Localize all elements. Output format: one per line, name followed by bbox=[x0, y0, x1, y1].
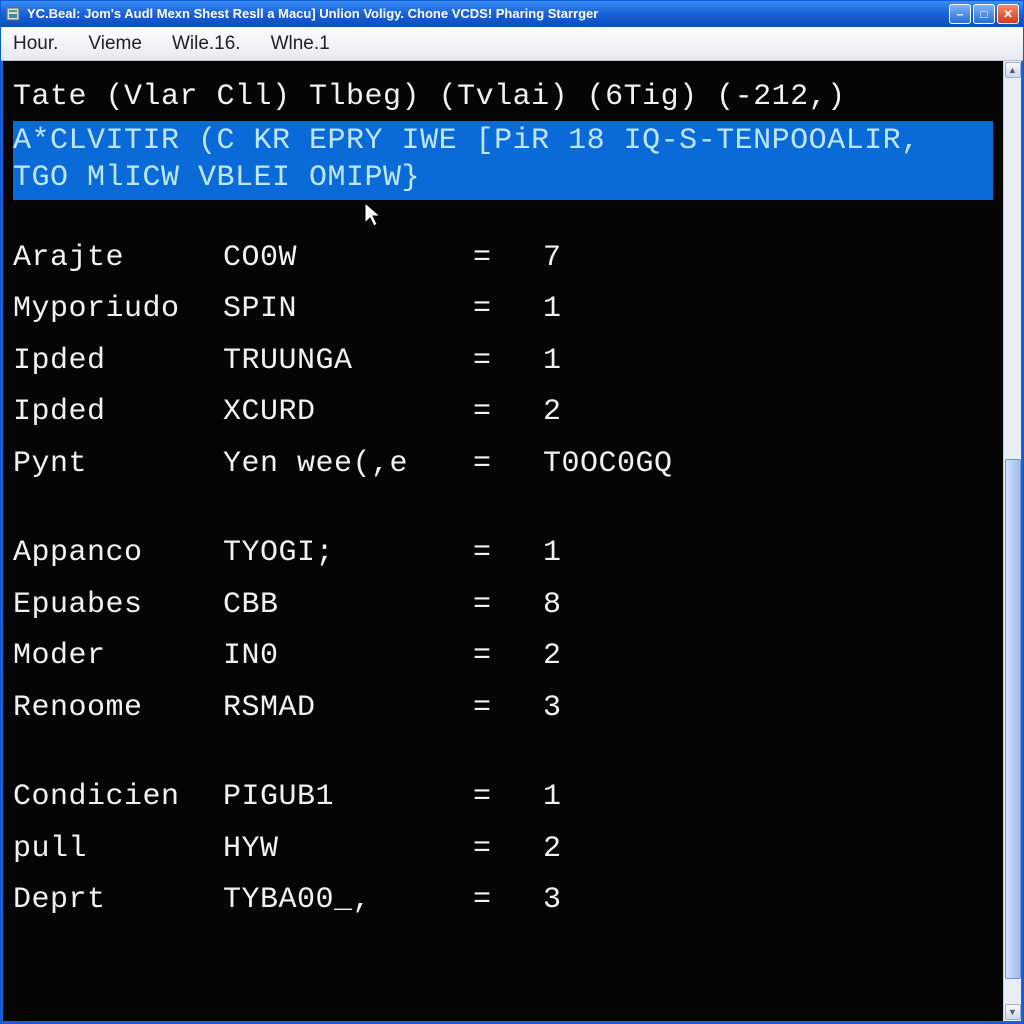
terminal-row: AppancoTYOGI;=1 bbox=[13, 535, 993, 573]
row-code: CO0W bbox=[223, 240, 473, 278]
menu-wlne1[interactable]: Wlne.1 bbox=[271, 33, 330, 55]
row-code: HYW bbox=[223, 831, 473, 869]
row-value: 2 bbox=[543, 638, 562, 676]
row-gap bbox=[13, 741, 993, 765]
row-value: 7 bbox=[543, 240, 562, 278]
scroll-down-button[interactable]: ▼ bbox=[1005, 1004, 1021, 1020]
row-code: Yen wee(,e bbox=[223, 446, 473, 484]
row-equals: = bbox=[473, 638, 543, 676]
row-equals: = bbox=[473, 831, 543, 869]
row-value: 3 bbox=[543, 882, 562, 920]
row-equals: = bbox=[473, 587, 543, 625]
app-icon bbox=[5, 6, 21, 22]
row-equals: = bbox=[473, 343, 543, 381]
terminal-row: MyporiudoSPIN=1 bbox=[13, 291, 993, 329]
terminal-row: IpdedTRUUNGA=1 bbox=[13, 343, 993, 381]
window-title: YC.Beal: Jom's Audl Mexn Shest Resll a M… bbox=[27, 6, 949, 21]
row-label: Appanco bbox=[13, 535, 223, 573]
terminal-row: EpuabesCBB=8 bbox=[13, 587, 993, 625]
terminal-row: ModerIN0=2 bbox=[13, 638, 993, 676]
row-value: 1 bbox=[543, 779, 562, 817]
row-code: TRUUNGA bbox=[223, 343, 473, 381]
scroll-track[interactable] bbox=[1005, 79, 1021, 1003]
terminal-row: IpdedXCURD=2 bbox=[13, 394, 993, 432]
terminal-row: PyntYen wee(,e=T0OC0GQ bbox=[13, 446, 993, 484]
vertical-scrollbar[interactable]: ▲ ▼ bbox=[1003, 61, 1021, 1021]
row-value: 2 bbox=[543, 394, 562, 432]
row-equals: = bbox=[473, 394, 543, 432]
row-value: 1 bbox=[543, 291, 562, 329]
row-equals: = bbox=[473, 240, 543, 278]
scroll-thumb[interactable] bbox=[1005, 459, 1021, 979]
scroll-up-button[interactable]: ▲ bbox=[1005, 62, 1021, 78]
row-value: 1 bbox=[543, 343, 562, 381]
minimize-button[interactable]: – bbox=[949, 4, 971, 24]
window-controls: – □ ✕ bbox=[949, 4, 1019, 24]
row-label: Deprt bbox=[13, 882, 223, 920]
row-code: SPIN bbox=[223, 291, 473, 329]
terminal-row: CondicienPIGUB1=1 bbox=[13, 779, 993, 817]
row-gap bbox=[13, 497, 993, 521]
terminal-header-line: Tate (Vlar Cll) Tlbeg) (Tvlai) (6Tig) (-… bbox=[13, 79, 993, 117]
row-value: 1 bbox=[543, 535, 562, 573]
row-label: Renoome bbox=[13, 690, 223, 728]
row-code: RSMAD bbox=[223, 690, 473, 728]
row-code: TYBA00_, bbox=[223, 882, 473, 920]
content-area: Tate (Vlar Cll) Tlbeg) (Tvlai) (6Tig) (-… bbox=[1, 61, 1023, 1023]
row-code: PIGUB1 bbox=[223, 779, 473, 817]
row-label: Pynt bbox=[13, 446, 223, 484]
row-equals: = bbox=[473, 882, 543, 920]
row-code: CBB bbox=[223, 587, 473, 625]
terminal-row: pullHYW=2 bbox=[13, 831, 993, 869]
row-label: Myporiudo bbox=[13, 291, 223, 329]
terminal-row: DeprtTYBA00_,=3 bbox=[13, 882, 993, 920]
row-value: 2 bbox=[543, 831, 562, 869]
row-equals: = bbox=[473, 446, 543, 484]
menu-vieme[interactable]: Vieme bbox=[88, 33, 142, 55]
row-label: Arajte bbox=[13, 240, 223, 278]
row-label: pull bbox=[13, 831, 223, 869]
terminal-row: RenoomeRSMAD=3 bbox=[13, 690, 993, 728]
row-code: TYOGI; bbox=[223, 535, 473, 573]
row-code: IN0 bbox=[223, 638, 473, 676]
row-value: 8 bbox=[543, 587, 562, 625]
terminal-row: ArajteCO0W=7 bbox=[13, 240, 993, 278]
row-equals: = bbox=[473, 779, 543, 817]
row-value: T0OC0GQ bbox=[543, 446, 673, 484]
titlebar[interactable]: YC.Beal: Jom's Audl Mexn Shest Resll a M… bbox=[1, 1, 1023, 27]
terminal-highlight-line[interactable]: A*CLVITIR (C KR EPRY IWE [PiR 18 IQ-S-TE… bbox=[13, 121, 993, 200]
maximize-button[interactable]: □ bbox=[973, 4, 995, 24]
close-button[interactable]: ✕ bbox=[997, 4, 1019, 24]
menubar: Hour. Vieme Wile.16. Wlne.1 bbox=[1, 27, 1023, 61]
row-label: Epuabes bbox=[13, 587, 223, 625]
row-label: Ipded bbox=[13, 394, 223, 432]
row-value: 3 bbox=[543, 690, 562, 728]
row-label: Ipded bbox=[13, 343, 223, 381]
terminal-rows: ArajteCO0W=7MyporiudoSPIN=1IpdedTRUUNGA=… bbox=[13, 240, 993, 920]
menu-wile16[interactable]: Wile.16. bbox=[172, 33, 241, 55]
row-equals: = bbox=[473, 535, 543, 573]
row-equals: = bbox=[473, 291, 543, 329]
menu-hour[interactable]: Hour. bbox=[13, 33, 58, 55]
row-label: Moder bbox=[13, 638, 223, 676]
row-label: Condicien bbox=[13, 779, 223, 817]
terminal-output[interactable]: Tate (Vlar Cll) Tlbeg) (Tvlai) (6Tig) (-… bbox=[3, 61, 1003, 1021]
app-window: YC.Beal: Jom's Audl Mexn Shest Resll a M… bbox=[0, 0, 1024, 1024]
row-code: XCURD bbox=[223, 394, 473, 432]
row-equals: = bbox=[473, 690, 543, 728]
